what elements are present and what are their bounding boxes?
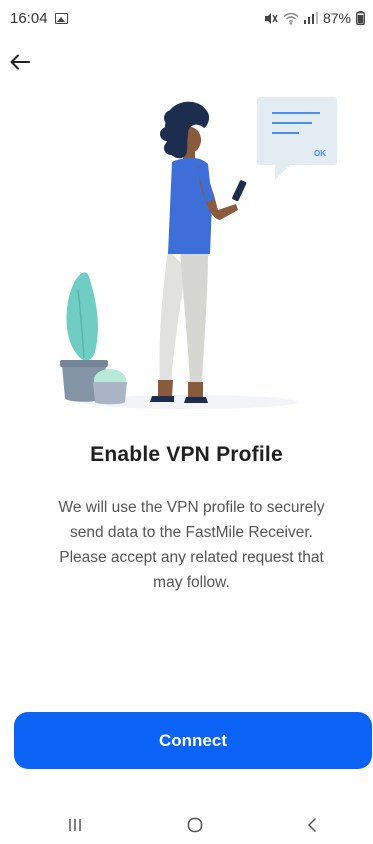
status-time: 16:04 bbox=[10, 9, 48, 27]
signal-icon bbox=[303, 12, 318, 24]
ok-label: OK bbox=[314, 149, 326, 158]
status-bar: 16:04 87% bbox=[0, 0, 373, 36]
battery-percent: 87% bbox=[322, 10, 351, 26]
vpn-setup-screen: 16:04 87% OK Enable VPN Profile We will … bbox=[0, 0, 373, 844]
status-left: 16:04 bbox=[10, 10, 68, 27]
recent-apps-icon bbox=[69, 819, 81, 831]
ok-card: OK bbox=[257, 97, 337, 180]
page-description: We will use the VPN profile to securely … bbox=[58, 499, 325, 591]
home-icon bbox=[187, 817, 203, 833]
connect-button[interactable]: Connect bbox=[14, 712, 372, 769]
system-back-button[interactable] bbox=[297, 814, 327, 836]
battery-icon bbox=[356, 11, 365, 25]
wifi-icon bbox=[283, 12, 299, 25]
arrow-left-icon bbox=[10, 54, 30, 70]
mute-icon bbox=[264, 12, 278, 25]
status-right: 87% bbox=[264, 10, 365, 26]
plant bbox=[60, 272, 127, 405]
recent-apps-button[interactable] bbox=[60, 814, 90, 836]
back-icon bbox=[308, 818, 316, 832]
system-nav-bar bbox=[0, 800, 373, 844]
gallery-icon bbox=[54, 12, 68, 24]
page-title: Enable VPN Profile bbox=[90, 443, 283, 466]
woman-figure bbox=[150, 101, 247, 403]
back-button[interactable] bbox=[6, 48, 34, 76]
home-button[interactable] bbox=[180, 814, 210, 836]
vpn-illustration: OK bbox=[60, 97, 337, 409]
